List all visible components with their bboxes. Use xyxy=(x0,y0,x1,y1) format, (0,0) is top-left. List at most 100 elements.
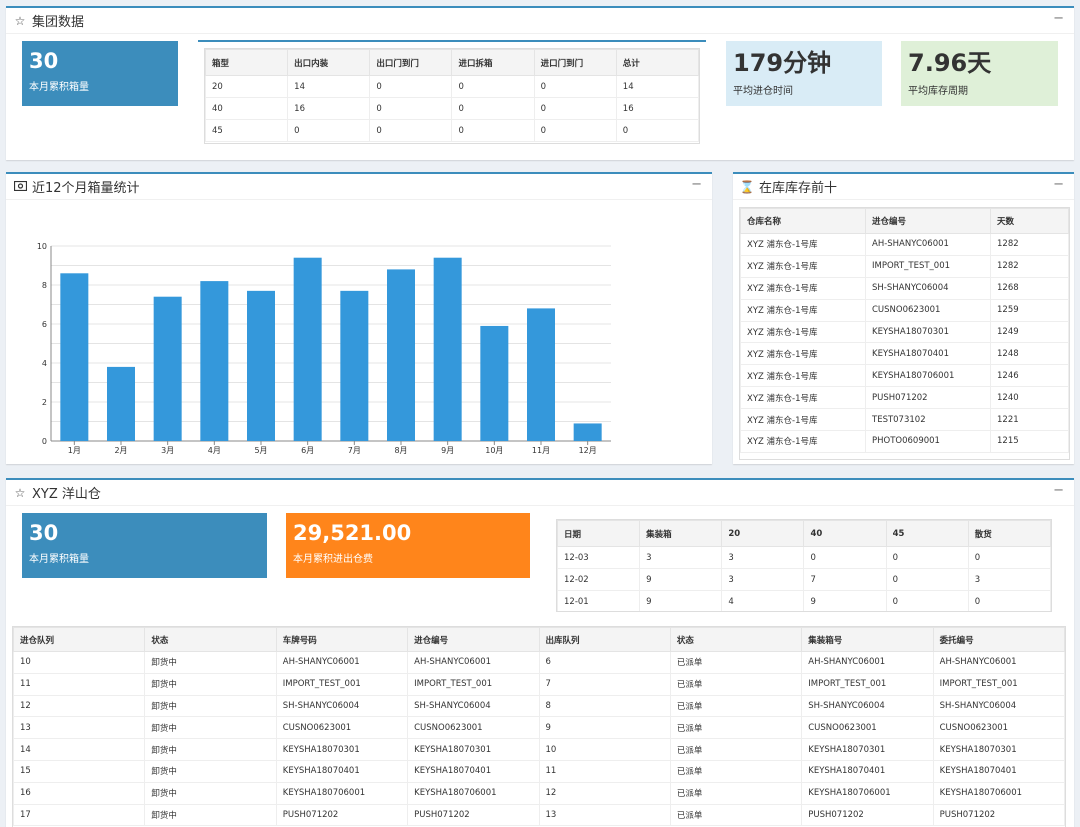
daily-cell: 0 xyxy=(885,568,969,591)
top10-row: XYZ 浦东仓-1号库 CUSNO0623001 1259 xyxy=(740,298,1069,322)
top10-cell: XYZ 浦东仓-1号库 xyxy=(740,298,866,322)
queue-cell: KEYSHA18070301 xyxy=(801,738,934,761)
box-type-header-cell: 出口内装 xyxy=(287,49,371,76)
queue-row: 13 卸货中 CUSNO0623001 CUSNO0623001 9 已派单 CUSNO06… xyxy=(13,716,1065,740)
top10-cell: XYZ 浦东仓-1号库 xyxy=(740,408,866,432)
top10-cell: 1240 xyxy=(990,386,1069,410)
queue-cell: 已派单 xyxy=(669,716,803,740)
top10-cell: KEYSHA180706001 xyxy=(865,364,991,388)
box-type-cell: 0 xyxy=(533,75,617,98)
queue-header-cell: 进仓编号 xyxy=(407,627,540,652)
box-type-table: 箱型 出口内装 出口门到门 进口拆箱 进口门到门 总计 20 14 0 0 0 14 40 16 0 0 0 1… xyxy=(205,49,699,142)
collapse-button[interactable]: − xyxy=(1053,483,1064,498)
daily-cell: 12-02 xyxy=(557,568,641,591)
queue-row: 16 卸货中 KEYSHA180706001 KEYSHA180706001 12 已派单… xyxy=(13,781,1065,805)
queue-cell: CUSNO0623001 xyxy=(407,716,540,740)
queue-cell: 6 xyxy=(538,651,671,674)
daily-cell: 3 xyxy=(967,568,1051,591)
group-data-title: 集团数据 xyxy=(32,15,85,30)
top10-row: XYZ 浦东仓-1号库 AH-SHANYC06001 1282 xyxy=(740,233,1069,256)
box-type-cell: 0 xyxy=(533,119,617,142)
daily-row: 12-03 3 3 0 0 0 xyxy=(557,546,1051,569)
box-type-header-cell: 箱型 xyxy=(205,49,289,76)
queue-cell: 卸货中 xyxy=(144,672,277,696)
box-type-cell: 14 xyxy=(615,75,699,98)
box-type-header-cell: 进口拆箱 xyxy=(451,49,535,76)
box-type-cell: 0 xyxy=(369,97,453,120)
queue-cell: IMPORT_TEST_001 xyxy=(407,672,540,696)
chart-bar xyxy=(293,257,322,441)
chart-bar xyxy=(153,296,182,441)
queue-cell: 已派单 xyxy=(669,672,803,696)
ys-monthly-fee-label: 本月累积进出仓费 xyxy=(293,554,373,565)
collapse-button[interactable]: − xyxy=(1053,177,1064,192)
box-type-cell: 20 xyxy=(205,75,289,98)
box-type-cell: 0 xyxy=(451,97,535,120)
top10-cell: 1282 xyxy=(990,254,1069,278)
top10-cell: KEYSHA18070401 xyxy=(865,342,991,366)
daily-cell: 9 xyxy=(639,590,723,611)
box-type-cell: 0 xyxy=(369,119,453,142)
x-tick-label: 1月 xyxy=(68,446,81,455)
box-type-cell: 0 xyxy=(287,119,371,142)
top10-cell: KEYSHA18070301 xyxy=(865,320,991,344)
queue-row: 17 卸货中 PUSH071202 PUSH071202 13 已派单 PUSH071202… xyxy=(13,803,1065,827)
queue-table: 进仓队列 状态 车牌号码 进仓编号 出库队列 状态 集装箱号 委托编号 10 卸货中 AH-SHA… xyxy=(13,627,1065,827)
ys-monthly-fee-value: 29,521.00 xyxy=(293,521,412,545)
top10-inventory-panel: ⌛ 在库库存前十 − 仓库名称 进仓编号 天数 XYZ 浦东仓-1号库 AH-SHAN… xyxy=(733,172,1074,464)
top10-cell: XYZ 浦东仓-1号库 xyxy=(740,364,866,388)
box-type-cell: 16 xyxy=(287,97,371,120)
daily-header-cell: 日期 xyxy=(557,520,641,547)
monthly-box-bar-chart: 0 2 4 6 8 10 1月 2月 3月 4月 5月 6月 7月 8月 9月 10月 11月 12月 xyxy=(37,242,611,455)
x-tick-label: 6月 xyxy=(301,446,314,455)
top10-cell: 1246 xyxy=(990,364,1069,388)
monthly-box-count-label: 本月累积箱量 xyxy=(29,82,89,93)
queue-cell: PUSH071202 xyxy=(801,803,934,827)
queue-cell: 卸货中 xyxy=(144,781,277,805)
top10-cell: XYZ 浦东仓-1号库 xyxy=(740,320,866,344)
daily-header-cell: 20 xyxy=(721,520,805,547)
daily-row: 12-01 9 4 9 0 0 xyxy=(557,590,1051,611)
monthly-chart-header: 近12个月箱量统计 − xyxy=(6,174,712,200)
collapse-button[interactable]: − xyxy=(691,177,702,192)
ys-monthly-fee-card: 29,521.00 本月累积进出仓费 xyxy=(286,513,530,578)
queue-header-cell: 出库队列 xyxy=(538,627,671,652)
top10-cell: CUSNO0623001 xyxy=(865,298,991,322)
queue-cell: KEYSHA18070301 xyxy=(932,738,1065,761)
x-tick-label: 3月 xyxy=(161,446,174,455)
queue-row: 14 卸货中 KEYSHA18070301 KEYSHA18070301 10 已派单 KE… xyxy=(13,738,1065,761)
daily-cell: 4 xyxy=(721,590,805,611)
top10-row: XYZ 浦东仓-1号库 PHOTO0609001 1215 xyxy=(740,430,1069,453)
queue-cell: AH-SHANYC06001 xyxy=(275,651,409,674)
queue-cell: 已派单 xyxy=(669,759,803,783)
queue-cell: 12 xyxy=(538,781,671,805)
hourglass-icon: ⌛ xyxy=(739,179,755,194)
avg-entry-time-label: 平均进仓时间 xyxy=(733,86,793,97)
top10-cell: SH-SHANYC06004 xyxy=(865,276,991,300)
queue-cell: CUSNO0623001 xyxy=(932,716,1065,740)
x-tick-label: 10月 xyxy=(485,446,503,455)
collapse-button[interactable]: − xyxy=(1053,11,1064,26)
queue-cell: 已派单 xyxy=(669,781,803,805)
queue-cell: 15 xyxy=(13,759,146,783)
queue-cell: IMPORT_TEST_001 xyxy=(801,672,934,696)
chart-bar xyxy=(340,290,369,441)
star-icon: ☆ xyxy=(14,13,26,28)
queue-cell: 11 xyxy=(13,672,146,696)
queue-cell: 12 xyxy=(13,694,146,718)
queue-cell: KEYSHA18070401 xyxy=(407,759,540,783)
queue-cell: KEYSHA18070301 xyxy=(407,738,540,761)
y-tick-label: 6 xyxy=(42,320,47,329)
top10-cell: IMPORT_TEST_001 xyxy=(865,254,991,278)
queue-header-cell: 状态 xyxy=(669,627,803,652)
top10-cell: 1215 xyxy=(990,430,1069,453)
avg-entry-time-value: 179分钟 xyxy=(733,49,832,77)
box-type-header-cell: 总计 xyxy=(615,49,699,76)
daily-cell: 12-03 xyxy=(557,546,641,569)
box-type-cell: 14 xyxy=(287,75,371,98)
daily-cell: 0 xyxy=(967,546,1051,569)
daily-table-box: 日期 集装箱 20 40 45 散货 12-03 3 3 0 0 0 12-02 9 3 7 0 3 12-01 9… xyxy=(556,519,1052,612)
chart-bar xyxy=(60,273,89,441)
top10-cell: AH-SHANYC06001 xyxy=(865,233,991,256)
top10-cell: XYZ 浦东仓-1号库 xyxy=(740,276,866,300)
